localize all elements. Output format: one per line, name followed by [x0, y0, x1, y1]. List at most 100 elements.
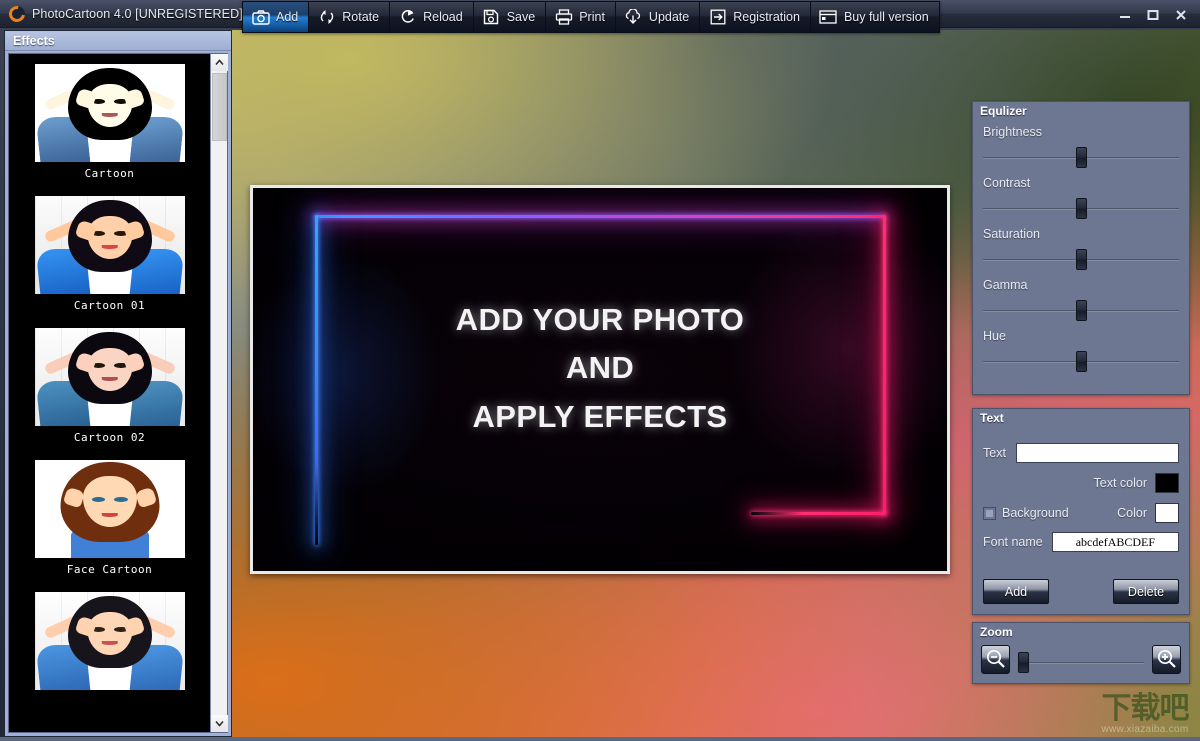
effect-label: Face Cartoon — [66, 563, 153, 576]
photocartoon-logo-icon — [5, 2, 29, 25]
gamma-slider[interactable] — [983, 300, 1179, 322]
watermark-logo-text: 下载吧 — [1101, 691, 1190, 726]
background-color-swatch[interactable] — [1155, 503, 1179, 523]
text-color-label: Text color — [1093, 476, 1148, 490]
list-item[interactable]: Face Cartoon — [9, 460, 210, 576]
saturation-slider[interactable] — [983, 249, 1179, 271]
zoom-panel-title: Zoom — [980, 625, 1013, 639]
update-button[interactable]: Update — [614, 1, 700, 33]
hue-label: Hue — [983, 329, 1006, 343]
add-text-button[interactable]: Add — [983, 579, 1049, 604]
slider-thumb[interactable] — [1076, 249, 1087, 270]
effects-sidebar: Effects Cartoon Cartoon 01 Cartoon 02 Fa… — [4, 30, 232, 737]
window-title: PhotoCartoon 4.0 [UNREGISTERED] — [32, 6, 243, 21]
slider-track — [1018, 662, 1144, 664]
zoom-slider[interactable] — [1018, 652, 1144, 674]
cloud-download-icon — [624, 8, 643, 27]
buy-full-version-button[interactable]: Buy full version — [809, 1, 940, 33]
watermark-url: www.xiazaiba.com — [1101, 724, 1189, 735]
effect-label: Cartoon 02 — [73, 431, 146, 444]
effect-thumbnail[interactable] — [34, 592, 185, 690]
close-icon[interactable] — [1168, 5, 1194, 25]
printer-icon — [554, 8, 573, 27]
slider-thumb[interactable] — [1076, 198, 1087, 219]
background-checkbox[interactable] — [983, 506, 996, 520]
hue-row: Hue — [973, 329, 1189, 373]
list-item[interactable]: Cartoon 02 — [9, 328, 210, 444]
equalizer-panel: Equlizer Brightness Contrast Saturation … — [972, 101, 1190, 395]
brightness-label: Brightness — [983, 125, 1043, 139]
text-panel-title: Text — [980, 411, 1004, 425]
saturation-label: Saturation — [983, 227, 1040, 241]
maximize-icon[interactable] — [1140, 5, 1166, 25]
registration-button-label: Registration — [733, 10, 800, 24]
effect-thumbnail[interactable] — [34, 64, 185, 162]
magnifier-minus-icon[interactable] — [981, 644, 1010, 674]
list-item[interactable] — [9, 592, 210, 695]
effects-sidebar-header: Effects — [5, 31, 231, 51]
zoom-panel: Zoom — [972, 622, 1190, 684]
reload-button-label: Reload — [423, 10, 463, 24]
text-input[interactable] — [1016, 443, 1179, 463]
font-name-input[interactable]: abcdefABCDEF — [1051, 532, 1179, 552]
window-controls — [1112, 4, 1194, 25]
window-icon — [819, 8, 838, 27]
effect-thumbnail[interactable] — [34, 460, 185, 558]
slider-thumb[interactable] — [1076, 300, 1087, 321]
slider-thumb[interactable] — [1076, 147, 1087, 168]
effect-thumbnail[interactable] — [34, 196, 185, 294]
list-item[interactable]: Cartoon — [9, 64, 210, 180]
brightness-row: Brightness — [973, 125, 1189, 169]
canvas-line-3: APPLY EFFECTS — [472, 398, 728, 434]
application-window: PhotoCartoon 4.0 [UNREGISTERED] Effects — [0, 0, 1200, 741]
brightness-slider[interactable] — [983, 147, 1179, 169]
delete-text-button[interactable]: Delete — [1113, 579, 1179, 604]
chevron-up-icon[interactable] — [210, 54, 228, 71]
chevron-down-icon[interactable] — [211, 715, 228, 732]
text-input-row: Text — [973, 443, 1189, 463]
image-canvas[interactable]: ADD YOUR PHOTO AND APPLY EFFECTS — [250, 185, 950, 574]
registration-button[interactable]: Registration — [699, 1, 810, 33]
text-field-label: Text — [983, 446, 1006, 460]
contrast-slider[interactable] — [983, 198, 1179, 220]
zoom-controls-row — [973, 639, 1189, 674]
hue-slider[interactable] — [983, 351, 1179, 373]
main-toolbar: Add Rotate Reload Save Print Update Regi… — [242, 1, 940, 33]
rotate-button[interactable]: Rotate — [308, 1, 390, 33]
floppy-disk-icon — [482, 8, 501, 27]
text-color-row: Text color — [973, 473, 1189, 493]
scrollbar-thumb[interactable] — [212, 73, 227, 141]
save-button[interactable]: Save — [472, 1, 546, 33]
neon-frame-bottom — [751, 512, 886, 515]
background-row: Background Color — [973, 503, 1189, 523]
reload-icon — [398, 8, 417, 27]
contrast-row: Contrast — [973, 176, 1189, 220]
background-color-label: Color — [1117, 506, 1147, 520]
print-button[interactable]: Print — [545, 1, 615, 33]
save-button-label: Save — [506, 10, 536, 24]
effects-sidebar-title: Effects — [13, 33, 55, 48]
magnifier-plus-icon[interactable] — [1152, 644, 1181, 674]
status-bar — [0, 737, 1200, 741]
list-item[interactable]: Cartoon 01 — [9, 196, 210, 312]
effect-thumbnail[interactable] — [34, 328, 185, 426]
contrast-label: Contrast — [983, 176, 1031, 190]
font-name-row: Font name abcdefABCDEF — [973, 532, 1189, 552]
camera-icon — [251, 8, 270, 27]
minimize-icon[interactable] — [1112, 5, 1138, 25]
gamma-row: Gamma — [973, 278, 1189, 322]
add-button[interactable]: Add — [242, 1, 309, 33]
effect-label: Cartoon 01 — [73, 299, 146, 312]
canvas-line-2: AND — [565, 350, 635, 386]
canvas-line-1: ADD YOUR PHOTO — [455, 302, 745, 337]
effects-scrollbar[interactable] — [210, 54, 228, 732]
rotate-icon — [317, 8, 336, 27]
background-label: Background — [1002, 506, 1069, 520]
slider-thumb[interactable] — [1076, 351, 1087, 372]
text-color-swatch[interactable] — [1155, 473, 1179, 493]
font-name-label: Font name — [983, 535, 1043, 549]
effects-list: Cartoon Cartoon 01 Cartoon 02 Face Carto… — [9, 54, 210, 732]
reload-button[interactable]: Reload — [389, 1, 473, 33]
text-panel-buttons: Add Delete — [973, 579, 1189, 604]
slider-thumb[interactable] — [1018, 652, 1029, 673]
